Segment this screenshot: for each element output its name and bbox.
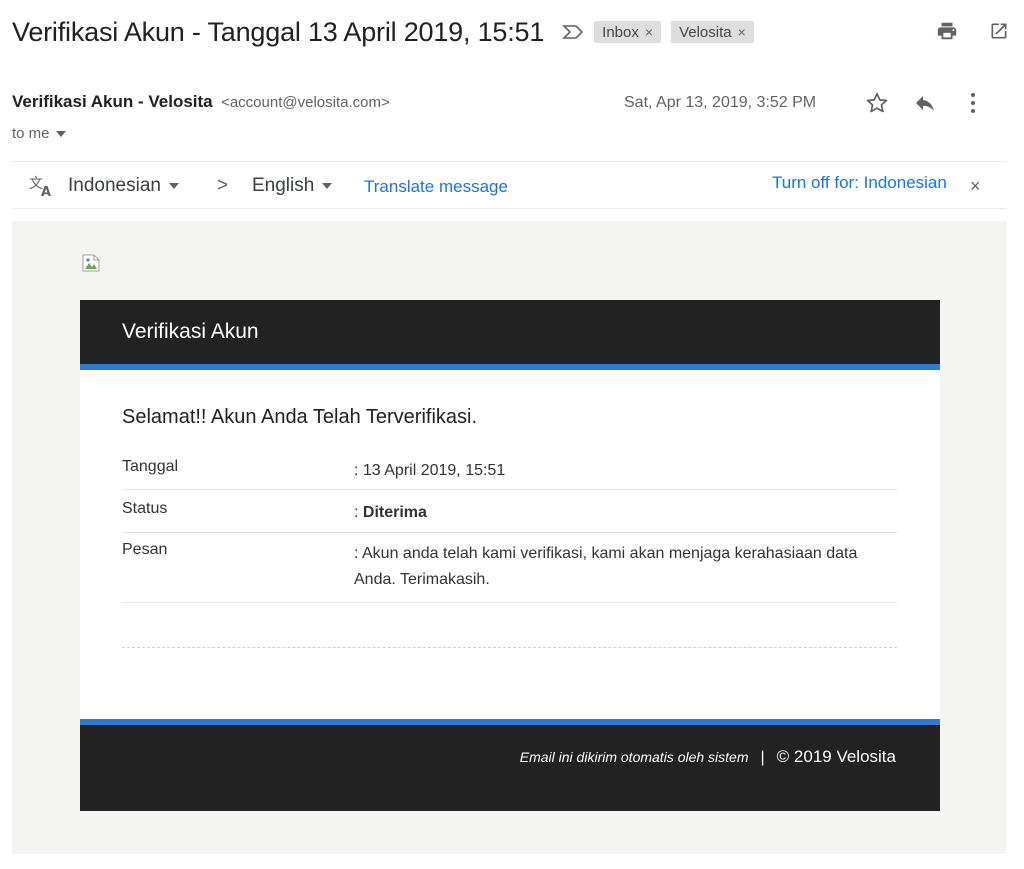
- broken-image-icon: [80, 252, 102, 274]
- label-chip-inbox[interactable]: Inbox ×: [594, 21, 662, 43]
- close-translate-bar-icon[interactable]: ×: [970, 176, 981, 197]
- chevron-down-icon: [55, 130, 66, 137]
- recipient-details[interactable]: to me: [12, 125, 66, 142]
- accent-divider-top: [80, 364, 940, 370]
- label-chip-velosita[interactable]: Velosita ×: [671, 21, 754, 43]
- open-in-new-window-icon[interactable]: [986, 18, 1012, 44]
- source-language-dropdown[interactable]: Indonesian: [68, 175, 179, 197]
- row-value: : 13 April 2019, 15:51: [354, 462, 506, 479]
- email-subject: Verifikasi Akun - Tanggal 13 April 2019,…: [12, 16, 545, 47]
- label-chip-inbox-text: Inbox: [602, 23, 639, 41]
- importance-marker-icon[interactable]: [562, 24, 584, 40]
- footer-separator: |: [760, 749, 765, 766]
- print-icon[interactable]: [934, 18, 960, 44]
- top-actions: [934, 18, 1012, 44]
- card-header: Verifikasi Akun: [80, 300, 940, 364]
- row-value: : Akun anda telah kami verifikasi, kami …: [354, 545, 858, 588]
- table-row: Tanggal : 13 April 2019, 15:51: [122, 450, 897, 490]
- reply-icon[interactable]: [912, 90, 938, 116]
- row-label: Status: [122, 500, 168, 517]
- chevron-down-icon: [168, 183, 179, 189]
- chevron-right-icon: >: [217, 175, 229, 196]
- row-label: Pesan: [122, 541, 168, 558]
- remove-label-velosita-icon[interactable]: ×: [738, 24, 746, 40]
- table-row: Status : Diterima: [122, 490, 897, 533]
- footer-auto-note: Email ini dikirim otomatis oleh sistem: [519, 749, 749, 765]
- email-date: Sat, Apr 13, 2019, 3:52 PM: [624, 94, 817, 111]
- row-label: Tanggal: [122, 458, 179, 475]
- remove-label-inbox-icon[interactable]: ×: [645, 24, 653, 40]
- translate-icon: 文 A: [27, 172, 55, 200]
- card-title: Verifikasi Akun: [122, 320, 259, 343]
- dashed-divider: [122, 647, 897, 648]
- target-language-dropdown[interactable]: English: [252, 175, 333, 197]
- status-value: Diterima: [362, 504, 427, 521]
- source-language-label: Indonesian: [68, 175, 161, 196]
- card-footer: Email ini dikirim otomatis oleh sistem | ©…: [80, 725, 940, 811]
- translate-message-link[interactable]: Translate message: [364, 177, 508, 197]
- more-vert-icon[interactable]: [960, 90, 986, 116]
- subject-row: Verifikasi Akun - Tanggal 13 April 2019,…: [12, 12, 1012, 52]
- sender-email: <account@velosita.com>: [221, 94, 390, 111]
- turn-off-translation-link[interactable]: Turn off for: Indonesian: [772, 173, 947, 193]
- row-value-prefix: :: [354, 504, 363, 521]
- verification-headline: Selamat!! Akun Anda Telah Terverifikasi.: [122, 406, 478, 428]
- label-chip-velosita-text: Velosita: [679, 23, 732, 41]
- sender-row: Verifikasi Akun - Velosita <account@velo…: [12, 92, 1012, 120]
- row-value: : Diterima: [354, 500, 897, 532]
- translate-bar: 文 A Indonesian > English Translate messa…: [12, 161, 1007, 209]
- table-row: Pesan : Akun anda telah kami verifikasi,…: [122, 533, 897, 603]
- star-icon[interactable]: [864, 90, 890, 116]
- email-card: Verifikasi Akun Selamat!! Akun Anda Tela…: [80, 300, 940, 811]
- target-language-label: English: [252, 175, 315, 196]
- sender-actions: [864, 90, 986, 116]
- sender-name[interactable]: Verifikasi Akun - Velosita: [12, 92, 213, 111]
- info-table: Tanggal : 13 April 2019, 15:51 Status : …: [122, 450, 897, 603]
- footer-copyright: © 2019 Velosita: [776, 747, 896, 766]
- svg-text:A: A: [41, 185, 51, 198]
- chevron-down-icon: [322, 183, 333, 189]
- recipient-text: to me: [12, 125, 50, 142]
- footer-text: Email ini dikirim otomatis oleh sistem | ©…: [520, 747, 896, 767]
